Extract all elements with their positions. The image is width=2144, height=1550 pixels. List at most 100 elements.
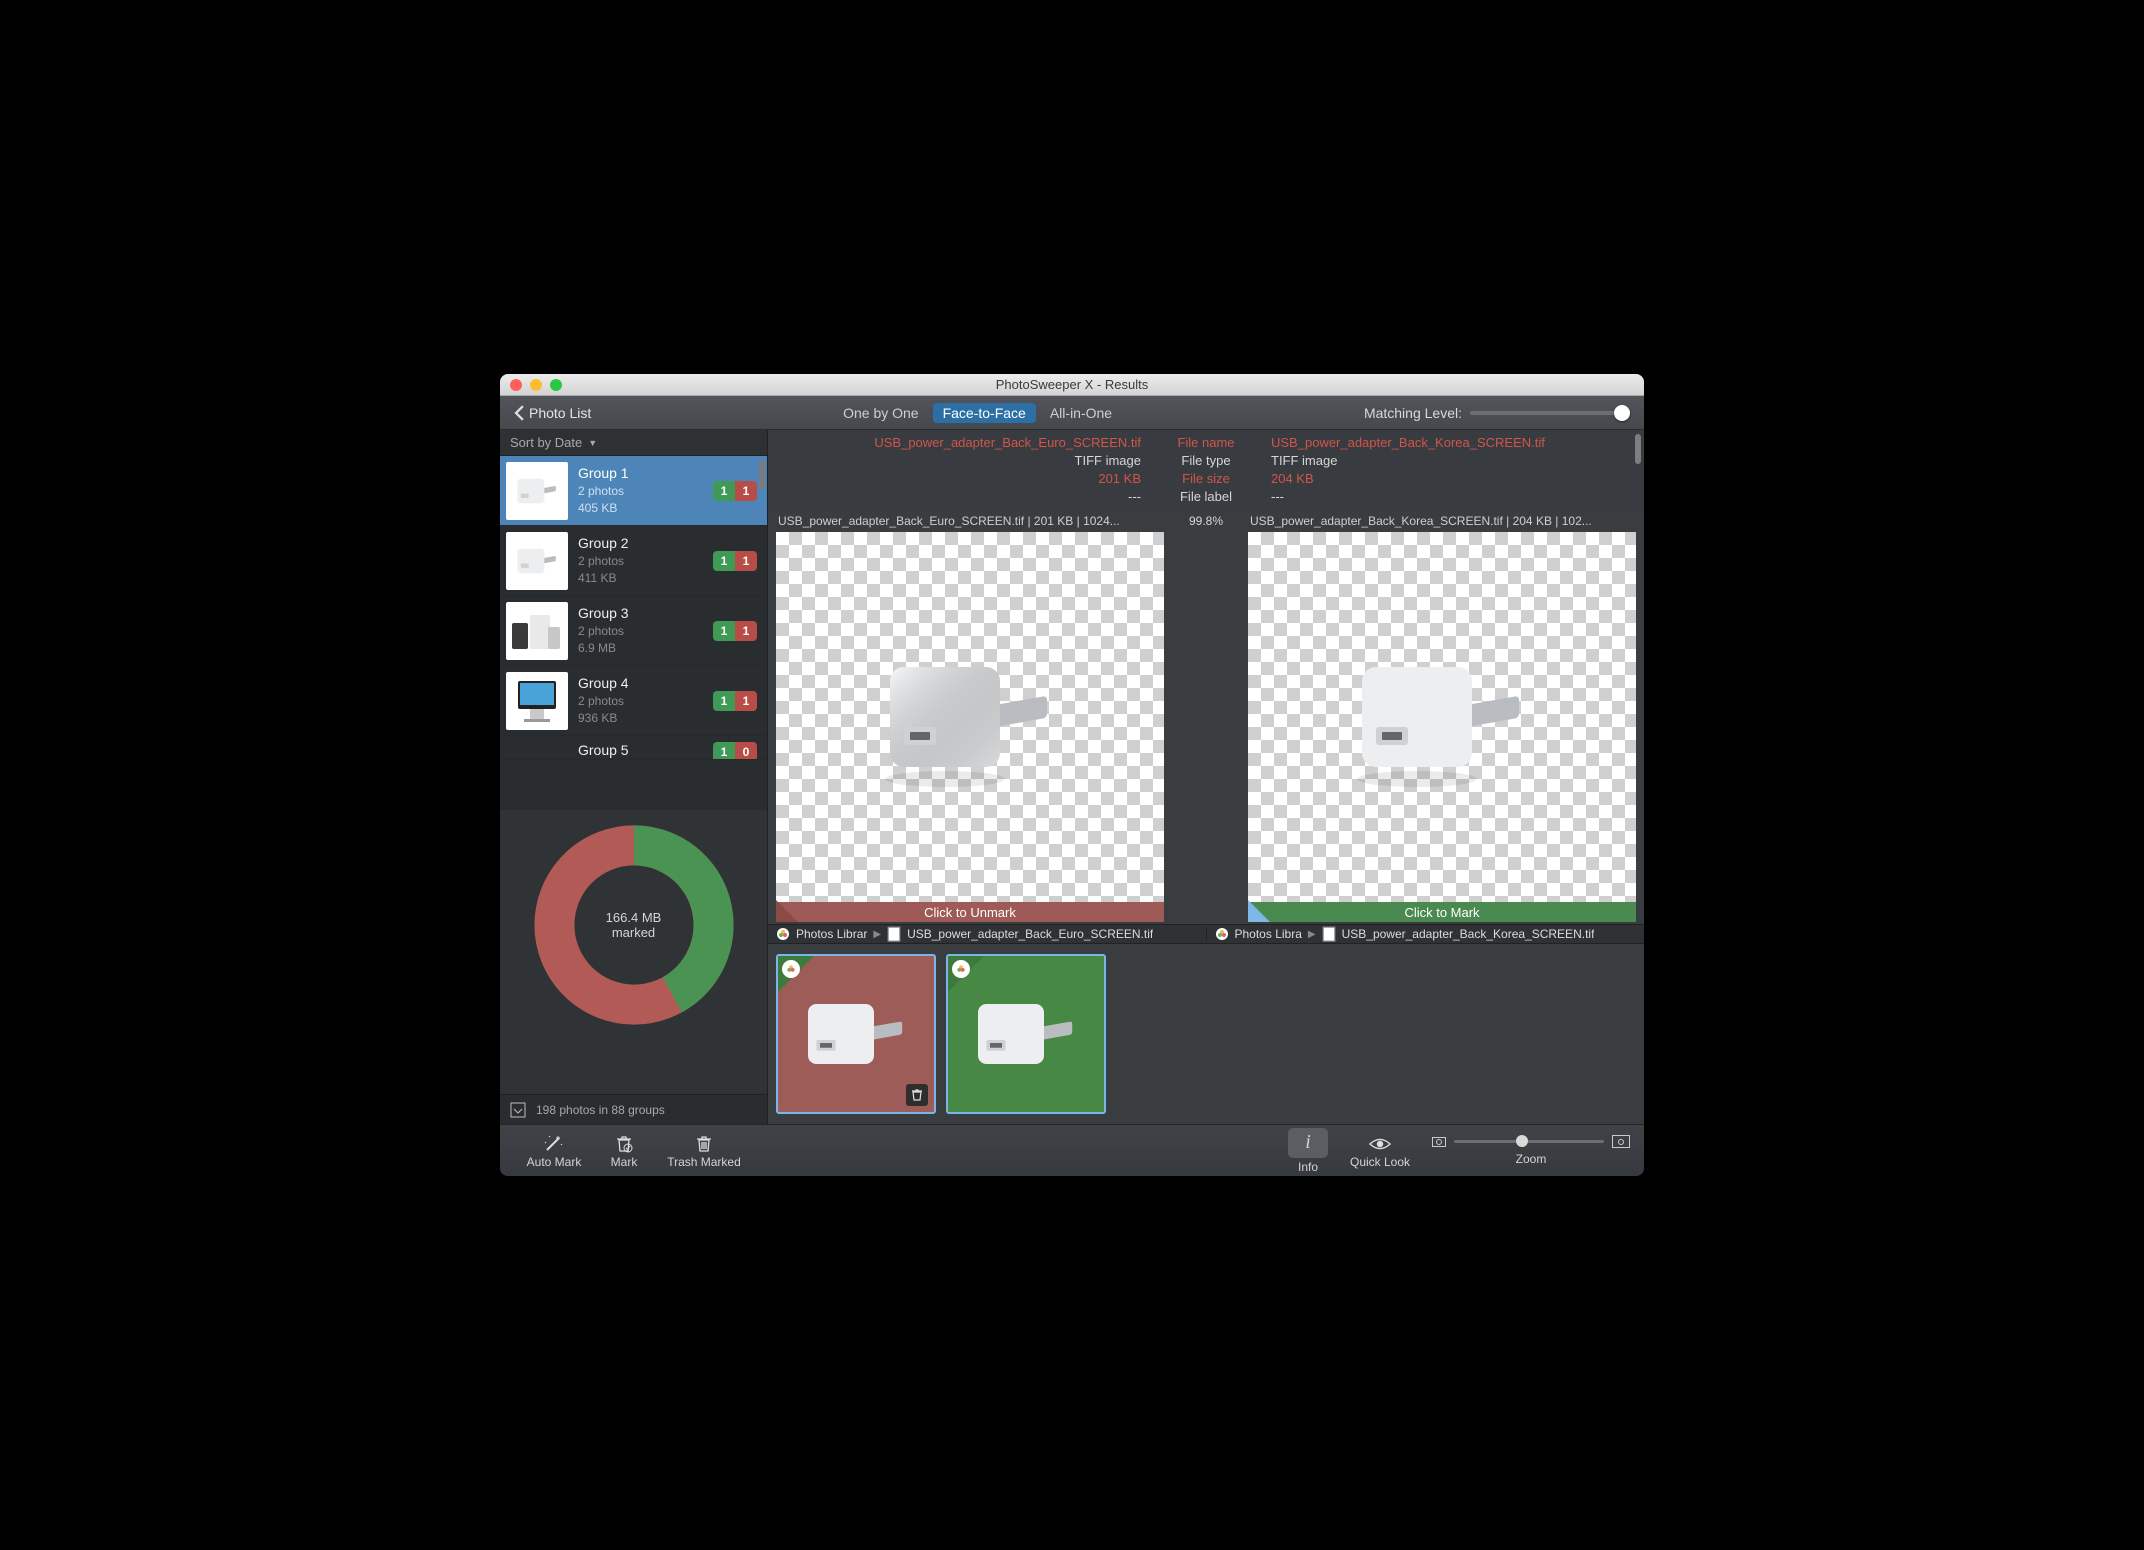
group-row[interactable]: Group 12 photos405 KB11 [500,456,767,526]
meta-label: File size [1151,470,1261,488]
compare-pane: USB_power_adapter_Back_Euro_SCREEN.tifTI… [768,430,1644,1124]
zoom-out-icon[interactable] [1432,1137,1446,1147]
group-badges: 10 [713,742,757,760]
group-badges: 11 [713,691,757,711]
group-thumbnail [506,602,568,660]
adapter-image [870,627,1070,807]
group-title: Group 4 [578,675,703,691]
keep-count-badge: 1 [713,551,735,571]
window-controls [500,379,562,391]
thumbnail-marked[interactable] [776,954,936,1114]
close-icon[interactable] [510,379,522,391]
keep-count-badge: 1 [713,742,735,760]
tab-all-in-one[interactable]: All-in-One [1038,401,1124,425]
unmark-bar[interactable]: Click to Unmark [776,902,1164,922]
sort-dropdown[interactable]: Sort by Date ▼ [500,430,767,456]
back-label: Photo List [529,405,591,421]
group-size: 411 KB [578,570,703,586]
zoom-in-icon[interactable] [1612,1135,1630,1148]
back-button[interactable]: Photo List [514,405,591,421]
adapter-image [1342,627,1542,807]
group-subtitle: 2 photos [578,483,703,499]
group-row[interactable]: Group 42 photos936 KB11 [500,666,767,736]
scrollbar[interactable] [1635,434,1641,464]
left-preview[interactable]: Click to Unmark [776,532,1164,922]
mark-button[interactable]: Mark [594,1128,654,1174]
footer-text: 198 photos in 88 groups [536,1103,665,1117]
photos-badge-icon [782,960,800,978]
meta-right-value: 204 KB [1271,470,1636,488]
keep-count-badge: 1 [713,481,735,501]
group-subtitle: 2 photos [578,623,703,639]
titlebar: PhotoSweeper X - Results [500,374,1644,396]
tab-one-by-one[interactable]: One by One [831,401,931,425]
breadcrumb-right[interactable]: Photos Libra ▶ USB_power_adapter_Back_Ko… [1207,927,1645,941]
photos-badge-icon [952,960,970,978]
keep-count-badge: 1 [713,621,735,641]
sidebar: Sort by Date ▼ Group 12 photos405 KB11Gr… [500,430,768,1124]
meta-label: File type [1151,452,1261,470]
trash-icon [694,1133,714,1155]
mark-count-badge: 0 [735,742,757,760]
trash-marked-button[interactable]: Trash Marked [654,1128,754,1174]
meta-left-value: 201 KB [776,470,1141,488]
breadcrumb-root: Photos Librar [796,927,867,941]
info-button[interactable]: i [1288,1128,1328,1158]
scrollbar[interactable] [759,460,765,490]
mark-count-badge: 1 [735,621,757,641]
minimize-icon[interactable] [530,379,542,391]
chevron-right-icon: ▶ [873,929,881,940]
quick-look-button[interactable]: Quick Look [1340,1128,1420,1174]
donut-caption: marked [612,925,655,940]
wand-icon [543,1133,565,1155]
trash-icon[interactable] [906,1084,928,1106]
file-icon [887,927,901,941]
meta-left-value: --- [776,488,1141,506]
window-title: PhotoSweeper X - Results [500,377,1644,392]
donut-chart: 166.4 MB marked [529,820,739,1030]
right-preview[interactable]: Click to Mark [1248,532,1636,922]
auto-mark-button[interactable]: Auto Mark [514,1128,594,1174]
group-title: Group 1 [578,465,703,481]
meta-right-value: TIFF image [1271,452,1636,470]
meta-left-value: USB_power_adapter_Back_Euro_SCREEN.tif [776,434,1141,452]
zoom-slider[interactable] [1454,1140,1604,1143]
maximize-icon[interactable] [550,379,562,391]
group-row[interactable]: Group 5 10 [500,736,767,760]
mark-count-badge: 1 [735,551,757,571]
group-badges: 11 [713,551,757,571]
file-icon [1322,927,1336,941]
app-window: PhotoSweeper X - Results Photo List One … [500,374,1644,1176]
thumbnail-strip [768,944,1644,1124]
breadcrumb-left[interactable]: Photos Librar ▶ USB_power_adapter_Back_E… [768,927,1207,941]
meta-label: File label [1151,488,1261,506]
tab-face-to-face[interactable]: Face-to-Face [933,403,1036,423]
breadcrumb-file: USB_power_adapter_Back_Euro_SCREEN.tif [907,927,1153,941]
group-size: 6.9 MB [578,640,703,656]
matching-level-slider[interactable] [1470,411,1630,415]
chevron-down-icon: ▼ [588,438,597,448]
group-row[interactable]: Group 22 photos411 KB11 [500,526,767,596]
photos-library-icon [1215,927,1229,941]
sidebar-footer: 198 photos in 88 groups [500,1094,767,1124]
mark-bar[interactable]: Click to Mark [1248,902,1636,922]
group-thumbnail [506,672,568,730]
zoom-label: Zoom [1516,1152,1547,1166]
group-title: Group 5 [578,742,703,758]
photos-library-icon [776,927,790,941]
collapse-icon[interactable] [510,1102,526,1118]
chevron-right-icon: ▶ [1308,929,1316,940]
group-badges: 11 [713,621,757,641]
preview-row: USB_power_adapter_Back_Euro_SCREEN.tif |… [768,512,1644,924]
info-label: Info [1298,1160,1318,1174]
thumbnail-kept[interactable] [946,954,1106,1114]
meta-left-value: TIFF image [776,452,1141,470]
meta-label: File name [1151,434,1261,452]
group-row[interactable]: Group 32 photos6.9 MB11 [500,596,767,666]
group-size: 405 KB [578,500,703,516]
group-thumbnail [506,462,568,520]
group-list[interactable]: Group 12 photos405 KB11Group 22 photos41… [500,456,767,810]
mark-count-badge: 1 [735,691,757,711]
left-caption: USB_power_adapter_Back_Euro_SCREEN.tif |… [774,512,1166,530]
breadcrumb: Photos Librar ▶ USB_power_adapter_Back_E… [768,924,1644,944]
